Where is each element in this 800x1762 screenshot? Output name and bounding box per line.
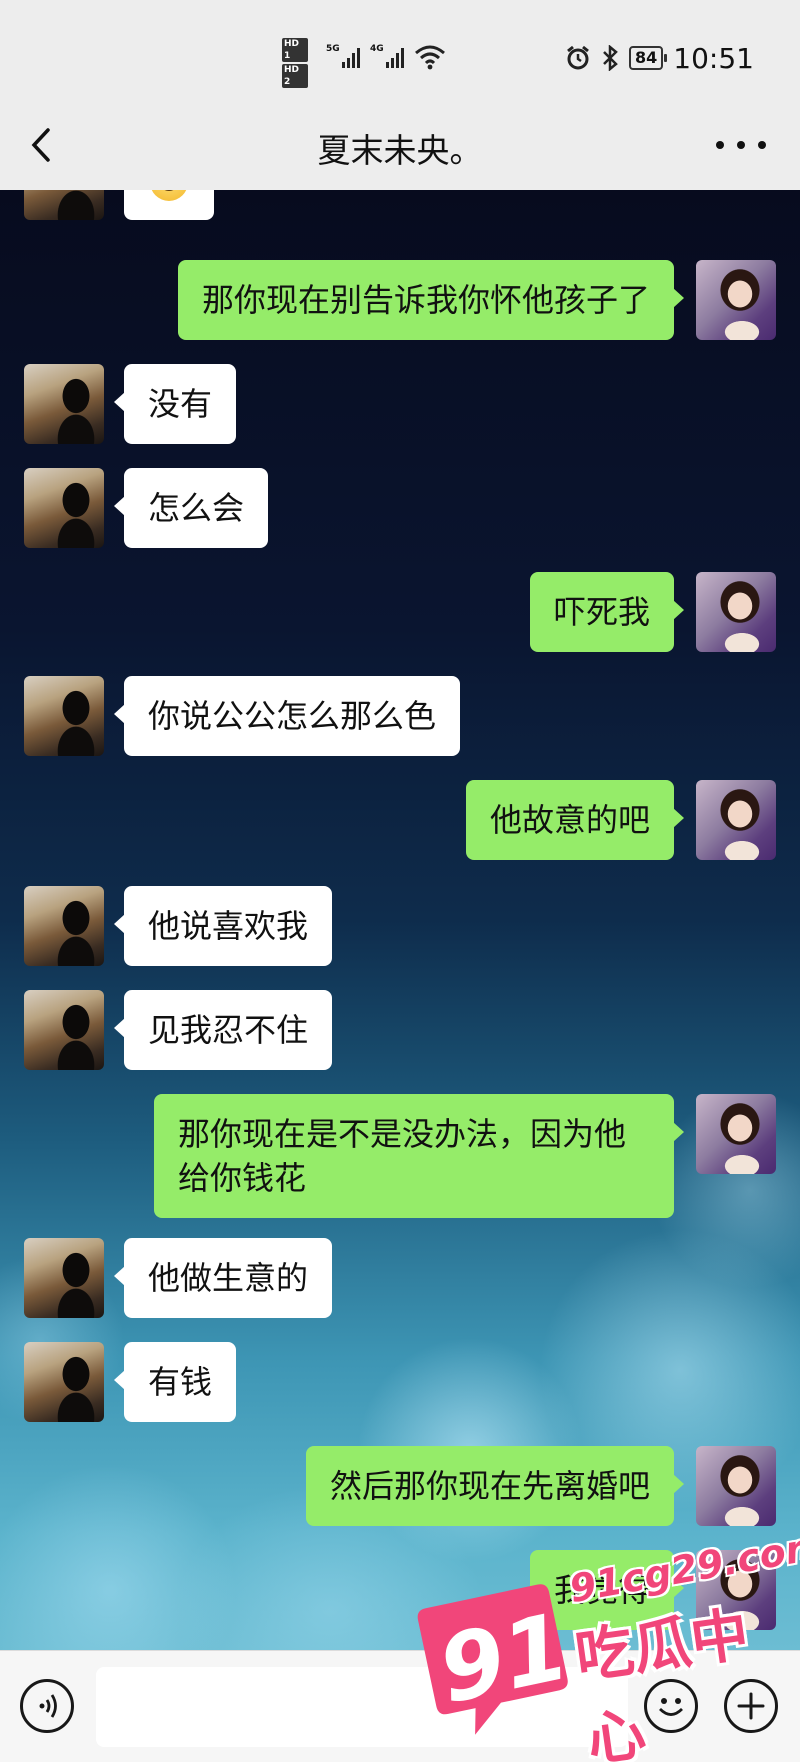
friend-avatar[interactable] — [24, 1342, 104, 1422]
my-avatar[interactable] — [696, 260, 776, 340]
message-bubble-friend[interactable]: 怎么会 — [113, 468, 269, 548]
more-options-button[interactable] — [716, 122, 766, 168]
message-bubble-friend[interactable]: 你说公公怎么那么色 — [113, 676, 461, 756]
more-actions-button[interactable] — [724, 1679, 778, 1733]
plus-icon — [737, 1692, 765, 1720]
friend-avatar[interactable] — [24, 1238, 104, 1318]
alarm-icon — [567, 45, 589, 70]
battery-indicator: 84 — [629, 46, 668, 70]
message-bubble-friend[interactable]: 没有 — [113, 364, 237, 444]
sim1-badge: HD 1 — [282, 38, 308, 62]
status-right: 84 10:51 — [565, 41, 754, 75]
my-avatar[interactable] — [696, 780, 776, 860]
voice-icon — [39, 1694, 57, 1718]
message-bubble-me[interactable]: 他故意的吧 — [465, 780, 685, 860]
status-bar: HD 1 HD 2 5G 4G 84 10:51 — [0, 0, 800, 100]
chat-messages-area[interactable]: 那你现在别告诉我你怀他孩子了 没有 怎么会 吓死我 你说公公怎么那么色 他故意的… — [0, 190, 800, 1650]
my-avatar[interactable] — [696, 1550, 776, 1630]
friend-avatar[interactable] — [24, 364, 104, 444]
message-bubble-me[interactable]: 那你现在别告诉我你怀他孩子了 — [177, 260, 685, 340]
friend-avatar[interactable] — [24, 468, 104, 548]
message-bubble-me[interactable]: 然后那你现在先离婚吧 — [305, 1446, 685, 1526]
friend-avatar[interactable] — [24, 990, 104, 1070]
message-bubble-friend[interactable]: 他说喜欢我 — [113, 886, 333, 966]
emoji-face-icon — [659, 1698, 683, 1716]
message-bubble-me[interactable]: 吓死我 — [529, 572, 685, 652]
signal-icon-2 — [386, 46, 408, 68]
friend-avatar[interactable] — [24, 886, 104, 966]
my-avatar[interactable] — [696, 1094, 776, 1174]
my-avatar[interactable] — [696, 1446, 776, 1526]
sim-indicators: HD 1 HD 2 — [282, 38, 312, 90]
my-avatar[interactable] — [696, 572, 776, 652]
chat-title: 夏末未央。 — [317, 131, 483, 170]
sim2-badge: HD 2 — [282, 64, 308, 88]
message-input[interactable] — [96, 1667, 628, 1747]
wifi-icon — [414, 44, 446, 70]
message-bubble-me[interactable]: 那你现在是不是没办法，因为他给你钱花 — [154, 1094, 684, 1218]
message-bubble-friend[interactable]: 他做生意的 — [113, 1238, 333, 1318]
network-type-1: 5G — [326, 44, 340, 54]
more-dot-icon — [716, 141, 724, 149]
bluetooth-icon — [603, 45, 618, 71]
more-dot-icon — [758, 141, 766, 149]
chat-header: 夏末未央。 — [0, 100, 800, 190]
input-bar — [0, 1650, 800, 1762]
network-type-2: 4G — [370, 44, 384, 54]
friend-avatar[interactable] — [24, 676, 104, 756]
smile-emoji-icon — [150, 190, 188, 201]
emoji-button[interactable] — [644, 1679, 698, 1733]
signal-icon-1 — [342, 46, 364, 68]
more-dot-icon — [737, 141, 745, 149]
message-bubble-friend[interactable]: 见我忍不住 — [113, 990, 333, 1070]
voice-input-button[interactable] — [20, 1679, 74, 1733]
clock: 10:51 — [673, 41, 754, 75]
message-bubble-friend[interactable] — [124, 190, 214, 220]
friend-avatar[interactable] — [24, 190, 104, 220]
message-bubble-friend[interactable]: 有钱 — [113, 1342, 237, 1422]
message-bubble-me[interactable]: 我觉得 — [529, 1550, 685, 1630]
